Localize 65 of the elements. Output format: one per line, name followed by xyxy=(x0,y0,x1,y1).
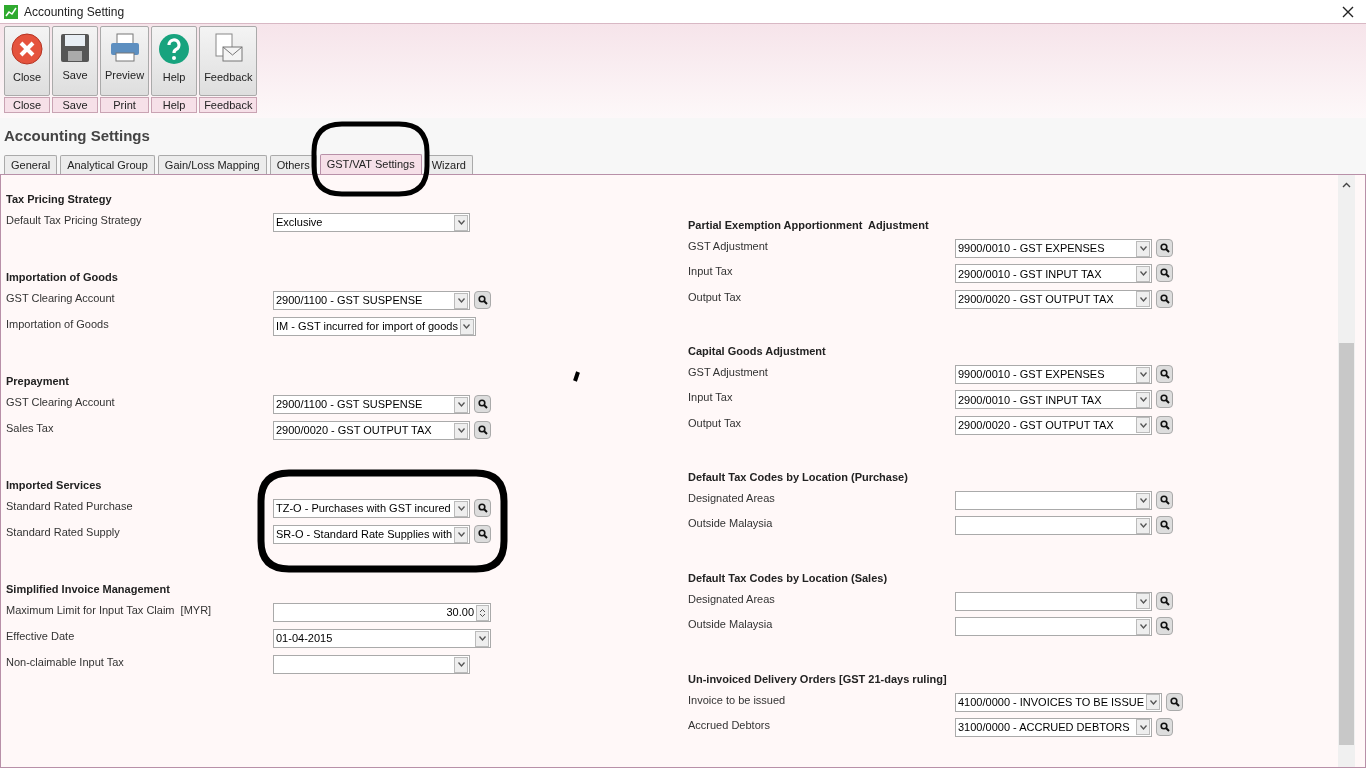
toolbar-caption[interactable]: Feedback xyxy=(199,97,258,113)
field-label: Default Tax Pricing Strategy xyxy=(6,213,143,228)
toolbar-caption[interactable]: Close xyxy=(4,97,50,113)
field-label: Effective Date xyxy=(6,629,76,644)
field-label: Designated Areas xyxy=(688,491,776,507)
toolbar-button[interactable]: Help xyxy=(151,26,198,96)
field-label: Outside Malaysia xyxy=(688,516,774,532)
toolbar-button[interactable]: Close xyxy=(4,26,50,96)
combo-box[interactable]: Exclusive xyxy=(273,213,470,232)
combo-box[interactable]: 2900/0020 - GST OUTPUT TAX xyxy=(955,289,1152,309)
toolbar-button[interactable]: Save xyxy=(52,26,98,96)
combo-box[interactable]: SR-O - Standard Rate Supplies with xyxy=(273,525,471,544)
combo-box[interactable]: 3100/0000 - ACCRUED DEBTORS xyxy=(955,717,1152,737)
window-title: Accounting Setting xyxy=(24,3,125,21)
section-heading: Imported Services xyxy=(6,477,102,493)
field-label: GST Adjustment xyxy=(688,239,769,255)
combo-box[interactable]: 2900/0010 - GST INPUT TAX xyxy=(955,390,1152,410)
section-heading: Default Tax Codes by Location (Sales) xyxy=(688,570,888,586)
field-label: Input Tax xyxy=(688,264,734,280)
tab[interactable]: General xyxy=(4,155,58,174)
page-heading: Accounting Settings xyxy=(4,125,150,146)
field-label: Sales Tax xyxy=(6,421,55,436)
combo-box[interactable]: 2900/0020 - GST OUTPUT TAX xyxy=(955,415,1152,435)
section-heading: Capital Goods Adjustment xyxy=(688,344,826,360)
section-heading: Partial Exemption Apportionment Adjustment xyxy=(688,218,929,234)
field-label: Maximum Limit for Input Tax Claim [MYR] xyxy=(6,603,213,618)
combo-box[interactable]: 2900/0020 - GST OUTPUT TAX xyxy=(273,421,470,440)
date-field[interactable]: 01-04-2015 xyxy=(273,629,491,648)
section-heading: Un-invoiced Delivery Orders [GST 21-days ruling] xyxy=(688,671,947,687)
toolbar-button[interactable]: Feedback xyxy=(199,26,258,96)
section-heading: Simplified Invoice Management xyxy=(6,581,170,597)
combo-box[interactable]: 2900/1100 - GST SUSPENSE xyxy=(273,291,470,310)
section-heading: Importation of Goods xyxy=(6,269,118,285)
field-label: Designated Areas xyxy=(688,591,776,607)
combo-box[interactable]: 2900/0010 - GST INPUT TAX xyxy=(955,264,1152,284)
field-label: Importation of Goods xyxy=(6,317,110,332)
tab[interactable]: GST/VAT Settings xyxy=(319,154,422,174)
tab[interactable]: Analytical Group xyxy=(60,155,155,174)
tab[interactable]: Gain/Loss Mapping xyxy=(157,155,267,174)
field-label: GST Clearing Account xyxy=(6,395,116,410)
combo-box[interactable]: 9900/0010 - GST EXPENSES xyxy=(955,365,1152,385)
field-label: GST Clearing Account xyxy=(6,291,116,306)
combo-box[interactable]: 2900/1100 - GST SUSPENSE xyxy=(273,395,470,414)
combo-box[interactable]: 4100/0000 - INVOICES TO BE ISSUE xyxy=(955,692,1163,712)
combo-box[interactable]: IM - GST incurred for import of goods xyxy=(273,317,476,336)
combo-box[interactable]: 9900/0010 - GST EXPENSES xyxy=(955,239,1152,259)
field-label: Output Tax xyxy=(688,289,742,305)
field-label: Standard Rated Purchase xyxy=(6,499,134,514)
toolbar-caption[interactable]: Help xyxy=(151,97,198,113)
toolbar-button[interactable]: Preview xyxy=(100,26,150,96)
field-label: Input Tax xyxy=(688,390,734,406)
field-label: Invoice to be issued xyxy=(688,692,787,708)
field-label: GST Adjustment xyxy=(688,365,769,381)
section-heading: Default Tax Codes by Location (Purchase) xyxy=(688,470,908,486)
toolbar-caption[interactable]: Print xyxy=(100,97,150,113)
field-label: Output Tax xyxy=(688,415,742,431)
section-heading: Prepayment xyxy=(6,373,69,389)
number-field[interactable]: 30.00 xyxy=(273,603,491,622)
toolbar-caption[interactable]: Save xyxy=(52,97,98,113)
field-label: Accrued Debtors xyxy=(688,717,771,733)
section-heading: Tax Pricing Strategy xyxy=(6,191,112,207)
combo-box[interactable]: TZ-O - Purchases with GST incured xyxy=(273,499,470,518)
field-label: Non-claimable Input Tax xyxy=(6,655,125,670)
field-label: Standard Rated Supply xyxy=(6,525,121,540)
field-label: Outside Malaysia xyxy=(688,617,774,632)
